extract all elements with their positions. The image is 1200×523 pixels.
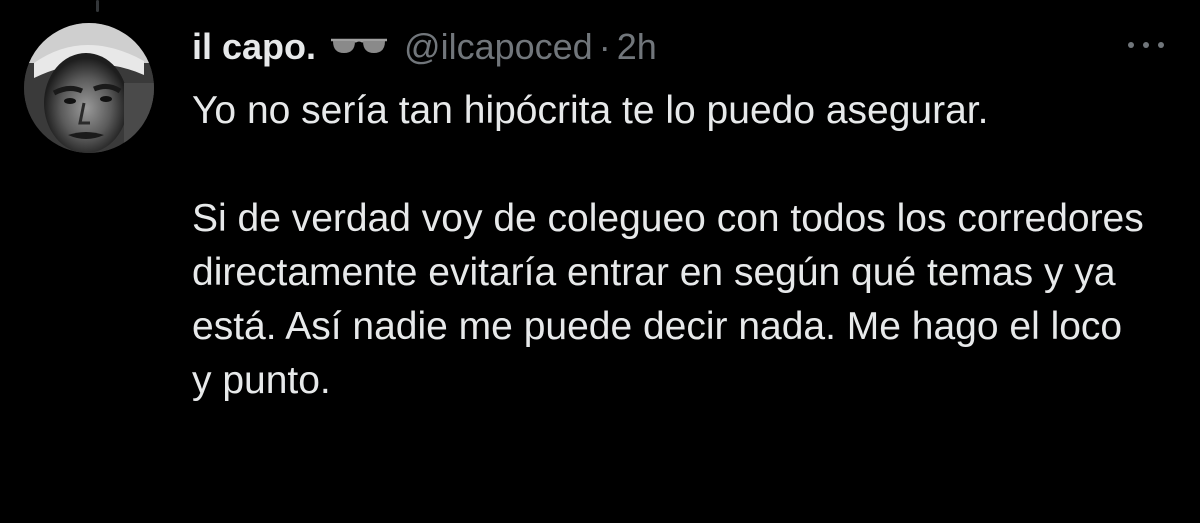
timestamp[interactable]: 2h [617,26,657,68]
thread-connector-line [96,0,99,12]
tweet-paragraph: Si de verdad voy de colegueo con todos l… [192,197,1144,402]
user-handle[interactable]: @ilcapoced [404,26,593,68]
separator-dot: · [598,26,611,67]
tweet-paragraph: Yo no sería tan hipócrita te lo puedo as… [192,89,989,132]
display-name[interactable]: il capo. [192,26,316,68]
avatar[interactable] [24,23,154,153]
more-dots-icon [1128,42,1164,48]
sunglasses-icon [330,36,388,58]
tweet-text: Yo no sería tan hipócrita te lo puedo as… [192,84,1152,408]
more-options-button[interactable] [1124,30,1168,60]
avatar-image [24,23,154,153]
tweet-header: il capo. @ilcapoced · 2h [192,22,657,72]
